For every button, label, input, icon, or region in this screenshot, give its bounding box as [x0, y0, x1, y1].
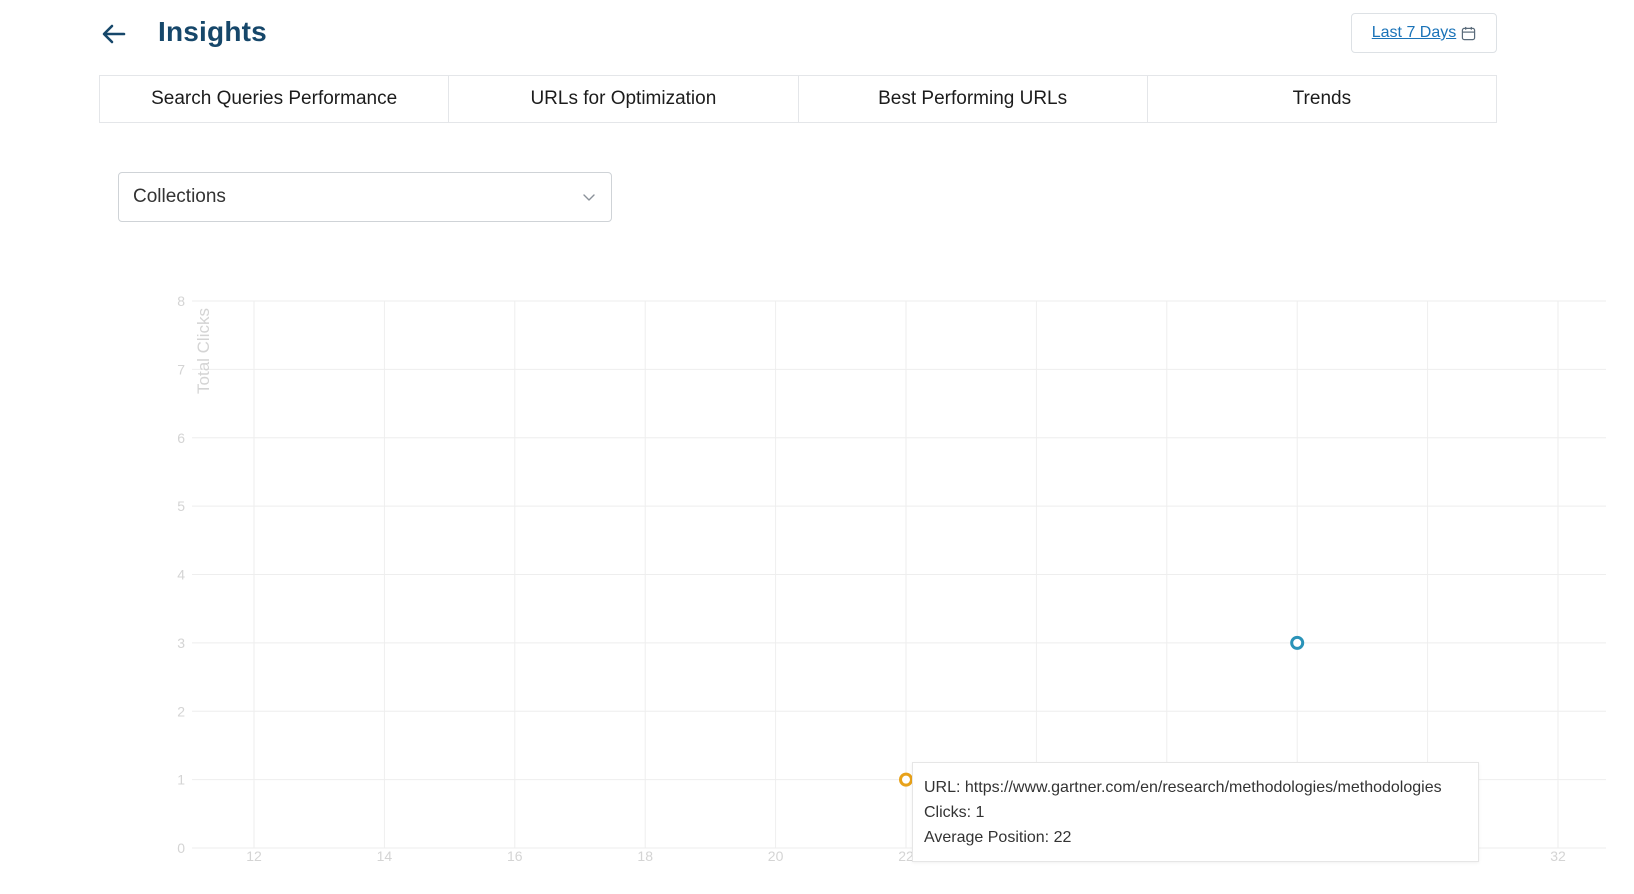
y-tick-label: 8: [177, 293, 185, 309]
chart-tooltip: URL: https://www.gartner.com/en/research…: [912, 762, 1479, 862]
x-tick-label: 12: [246, 848, 262, 864]
chevron-down-icon: [583, 194, 595, 201]
date-range-label: Last 7 Days: [1371, 24, 1457, 41]
y-tick-label: 0: [177, 840, 185, 856]
x-tick-label: 18: [637, 848, 653, 864]
y-tick-label: 7: [177, 361, 185, 377]
tooltip-average-position: Average Position: 22: [924, 829, 1072, 846]
collections-select[interactable]: Collections: [118, 172, 612, 222]
x-tick-label: 20: [768, 848, 784, 864]
tooltip-url: URL: https://www.gartner.com/en/research…: [924, 779, 1442, 796]
page-title: Insights: [158, 16, 267, 47]
scatter-point[interactable]: [1290, 635, 1305, 650]
tab-best-performing-urls[interactable]: Best Performing URLs: [799, 76, 1148, 122]
tab-search-queries-performance[interactable]: Search Queries Performance: [100, 76, 450, 122]
tab-bar: Search Queries Performance URLs for Opti…: [99, 75, 1497, 123]
y-axis-label: Total Clicks: [194, 308, 213, 394]
x-tick-label: 32: [1550, 848, 1566, 864]
back-arrow-icon[interactable]: [98, 18, 130, 50]
y-tick-label: 4: [177, 567, 185, 583]
calendar-icon: [1462, 26, 1476, 40]
x-tick-label: 14: [377, 848, 393, 864]
y-tick-label: 6: [177, 430, 185, 446]
x-tick-label: 16: [507, 848, 523, 864]
y-tick-label: 3: [177, 635, 185, 651]
y-tick-label: 1: [177, 772, 185, 788]
select-value: Collections: [133, 186, 226, 207]
date-range-button[interactable]: Last 7 Days: [1351, 13, 1497, 53]
tooltip-clicks: Clicks: 1: [924, 804, 985, 821]
y-tick-label: 2: [177, 703, 185, 719]
scatter-chart: 012345678 12 14 16 18 20 22 32 Total Clicks: [177, 293, 1606, 864]
y-tick-label: 5: [177, 498, 185, 514]
tab-trends[interactable]: Trends: [1148, 76, 1496, 122]
y-axis-ticks: 0 1 2 3 4 5 6 7 8: [177, 293, 185, 856]
tab-urls-for-optimization[interactable]: URLs for Optimization: [449, 76, 799, 122]
scatter-point[interactable]: [899, 772, 913, 787]
